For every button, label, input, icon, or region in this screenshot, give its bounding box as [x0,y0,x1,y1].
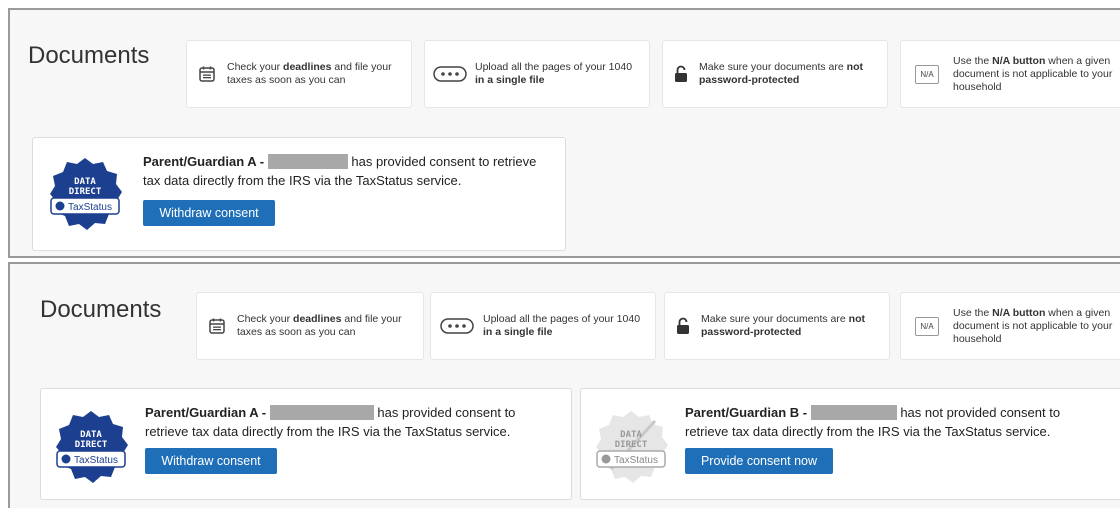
data-direct-badge: DATA DIRECT TaxStatus [47,156,123,237]
calendar-icon [197,317,237,335]
tip-password: Make sure your documents are not password… [662,40,888,108]
svg-text:TaxStatus: TaxStatus [74,455,118,466]
documents-panel-before: Documents Check your deadlines and file … [8,8,1120,258]
consent-card-guardian-b: DATA DIRECT TaxStatus Parent/Guardian B … [580,388,1120,500]
tip-password: Make sure your documents are not password… [664,292,890,360]
tip-single-file: Upload all the pages of your 1040 in a s… [424,40,650,108]
page-title: Documents [40,296,162,323]
svg-text:DATA: DATA [80,430,102,440]
lock-icon [663,65,699,83]
calendar-icon [187,65,227,83]
guardian-b-label: Parent/Guardian B - [685,405,808,420]
tip-deadlines: Check your deadlines and file your taxes… [186,40,412,108]
na-icon: N/A [901,316,953,336]
lock-icon [665,317,701,335]
guardian-a-label: Parent/Guardian A - [145,405,267,420]
redacted-name [269,405,374,420]
ellipsis-icon [431,318,483,334]
svg-text:DIRECT: DIRECT [615,440,648,450]
svg-text:TaxStatus: TaxStatus [614,455,658,466]
data-direct-badge-inactive: DATA DIRECT TaxStatus [593,409,669,490]
tip-na-button: N/A Use the N/A button when a given docu… [900,40,1120,108]
redacted-name [810,405,897,420]
withdraw-consent-button[interactable]: Withdraw consent [145,448,277,474]
withdraw-consent-button[interactable]: Withdraw consent [143,200,275,226]
guardian-a-description: tax data directly from the IRS via the T… [143,173,462,188]
tip-deadlines: Check your deadlines and file your taxes… [196,292,424,360]
guardian-a-description: retrieve tax data directly from the IRS … [145,424,511,439]
guardian-a-status: has provided consent to retrieve [351,154,537,169]
svg-text:DATA: DATA [620,430,642,440]
svg-text:TaxStatus: TaxStatus [68,202,112,213]
redacted-name [267,154,348,169]
svg-text:DIRECT: DIRECT [75,440,108,450]
data-direct-badge: DATA DIRECT TaxStatus [53,409,129,490]
guardian-a-status: has provided consent to [377,405,516,420]
guardian-b-description: retrieve tax data directly from the IRS … [685,424,1051,439]
guardian-a-label: Parent/Guardian A - [143,154,265,169]
consent-card-guardian-a: DATA DIRECT TaxStatus Parent/Guardian A … [32,137,566,251]
svg-text:DIRECT: DIRECT [69,187,102,197]
guardian-b-status: has not provided consent to [900,405,1061,420]
page-title: Documents [28,42,150,69]
na-icon: N/A [901,64,953,84]
documents-panel-after: Documents Check your deadlines and file … [8,262,1120,508]
consent-card-guardian-a: DATA DIRECT TaxStatus Parent/Guardian A … [40,388,572,500]
tip-single-file: Upload all the pages of your 1040 in a s… [430,292,656,360]
ellipsis-icon [425,66,475,82]
provide-consent-button[interactable]: Provide consent now [685,448,833,474]
svg-text:DATA: DATA [74,177,96,187]
tip-na-button: N/A Use the N/A button when a given docu… [900,292,1120,360]
